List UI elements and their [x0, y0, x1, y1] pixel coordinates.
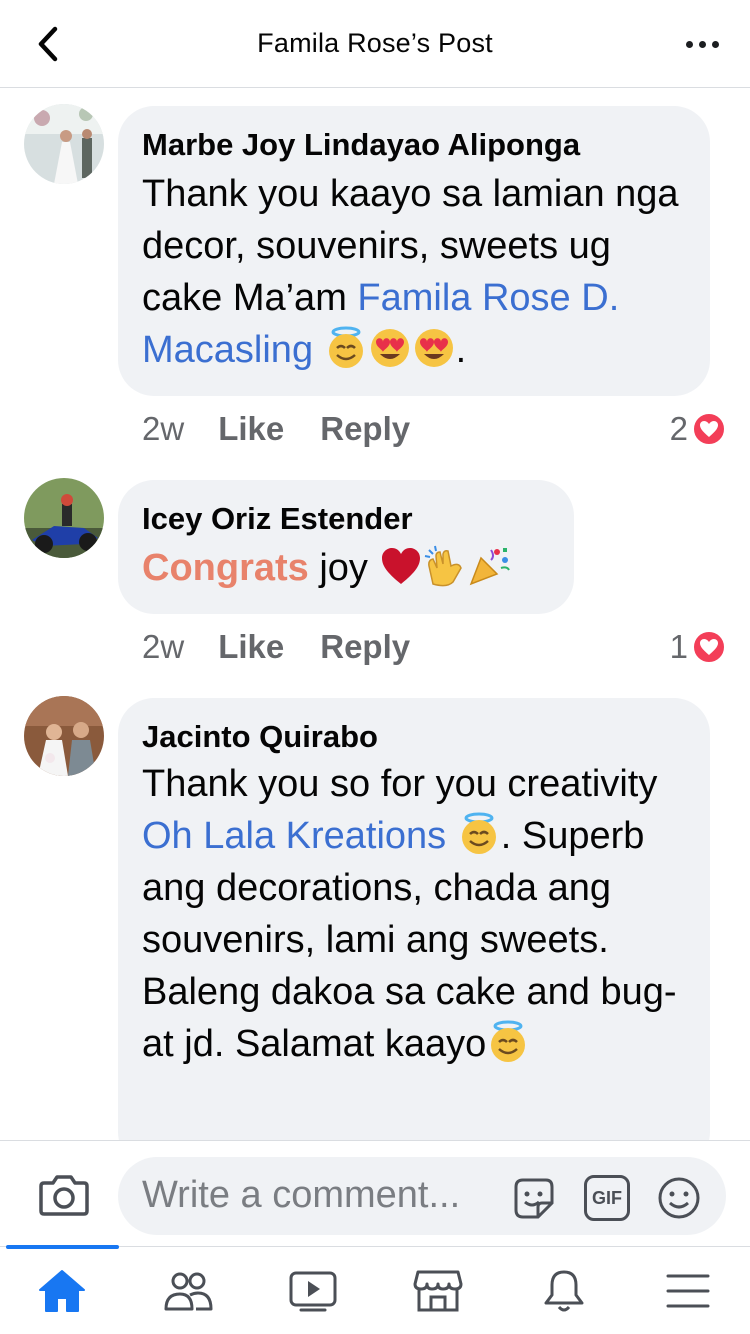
comment-text: Thank you kaayo sa lamian nga decor, sou… — [142, 173, 679, 371]
comment-bubble: Jacinto Quirabo Thank you so for you cre… — [118, 698, 710, 1168]
party-popper-icon — [469, 548, 510, 586]
comment-composer: Write a comment... GIF — [0, 1140, 750, 1246]
bottom-navigation — [0, 1245, 750, 1334]
comment-bubble: Marbe Joy Lindayao Aliponga Thank you ka… — [118, 106, 710, 396]
avatar[interactable] — [24, 104, 104, 184]
camera-button[interactable] — [38, 1173, 90, 1217]
nav-home[interactable] — [32, 1265, 92, 1317]
comment-author[interactable]: Marbe Joy Lindayao Aliponga — [142, 126, 686, 164]
comment-time[interactable]: 2w — [142, 410, 184, 448]
nav-notifications[interactable] — [534, 1265, 594, 1317]
more-options-button[interactable] — [680, 30, 724, 58]
page-title: Famila Rose’s Post — [257, 28, 493, 58]
heart-eyes-icon — [370, 329, 409, 367]
nav-menu[interactable] — [658, 1265, 718, 1317]
smiling-halo-icon — [328, 326, 363, 368]
smiling-halo-icon — [491, 1020, 526, 1062]
comment-input[interactable]: Write a comment... GIF — [118, 1157, 726, 1235]
reply-button[interactable]: Reply — [320, 410, 410, 448]
comment-text: Congrats joy — [142, 542, 550, 594]
like-button[interactable]: Like — [218, 410, 284, 448]
avatar[interactable] — [24, 696, 104, 776]
notifications-icon — [544, 1270, 584, 1312]
menu-icon — [666, 1274, 710, 1308]
comment-actions: 2w Like Reply — [142, 410, 446, 448]
congrats-text: Congrats — [142, 547, 309, 589]
smiling-halo-icon — [461, 812, 496, 854]
red-heart-icon — [381, 548, 420, 584]
camera-icon — [39, 1175, 89, 1216]
comment-author[interactable]: Jacinto Quirabo — [142, 718, 686, 756]
heart-reaction-icon — [692, 630, 726, 664]
comment-bubble: Icey Oriz Estender Congrats joy — [118, 480, 574, 614]
avatar[interactable] — [24, 478, 104, 558]
nav-marketplace[interactable] — [408, 1265, 468, 1317]
reaction-count[interactable]: 2 — [670, 410, 726, 448]
comment-author[interactable]: Icey Oriz Estender — [142, 500, 550, 538]
nav-watch[interactable] — [283, 1265, 343, 1317]
heart-reaction-icon — [692, 412, 726, 446]
smiley-icon[interactable] — [656, 1175, 702, 1221]
clapping-hands-icon — [424, 545, 462, 587]
mention-link[interactable]: Oh Lala Kreations — [142, 815, 446, 857]
watch-icon — [289, 1271, 337, 1312]
marketplace-icon — [413, 1270, 463, 1312]
heart-eyes-icon — [414, 329, 453, 367]
home-icon — [39, 1270, 85, 1312]
nav-friends[interactable] — [158, 1265, 218, 1317]
gif-button[interactable]: GIF — [584, 1175, 630, 1221]
comment-placeholder: Write a comment... — [142, 1174, 461, 1216]
reply-button[interactable]: Reply — [320, 628, 410, 666]
friends-icon — [164, 1272, 213, 1311]
like-button[interactable]: Like — [218, 628, 284, 666]
top-bar: Famila Rose’s Post — [0, 0, 750, 88]
reaction-count[interactable]: 1 — [670, 628, 726, 666]
active-tab-indicator — [6, 1245, 119, 1249]
comment-text: Thank you so for you creativity Oh Lala … — [142, 763, 677, 1065]
more-dots-icon — [685, 40, 693, 48]
comment-actions: 2w Like Reply — [142, 628, 446, 666]
comment-time[interactable]: 2w — [142, 628, 184, 666]
sticker-icon[interactable] — [510, 1175, 556, 1221]
